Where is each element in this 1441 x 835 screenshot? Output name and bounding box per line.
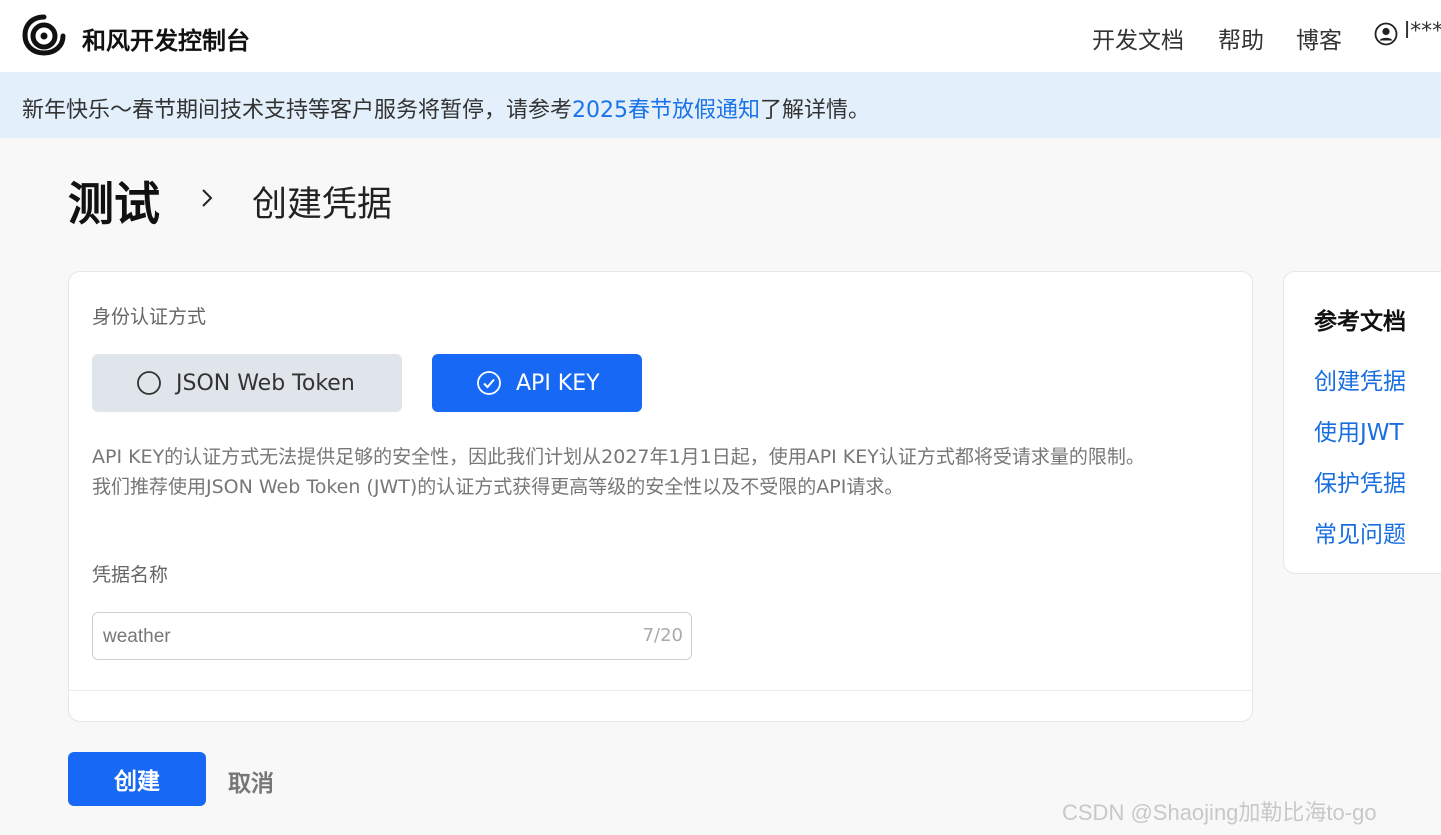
notice-link[interactable]: 2025春节放假通知: [572, 98, 760, 123]
credential-name-input[interactable]: [103, 623, 623, 651]
auth-option-jwt[interactable]: JSON Web Token: [92, 354, 402, 412]
nav-blog-link[interactable]: 博客: [1296, 21, 1342, 55]
auth-description-line: API KEY的认证方式无法提供足够的安全性，因此我们计划从2027年1月1日起…: [92, 446, 1145, 468]
auth-option-jwt-label: JSON Web Token: [176, 370, 355, 396]
divider: [69, 690, 1252, 691]
create-button[interactable]: 创建: [68, 752, 206, 806]
auth-option-api-key[interactable]: API KEY: [432, 354, 642, 412]
reference-docs-panel: 参考文档 创建凭据 使用JWT 保护凭据 常见问题: [1283, 271, 1441, 574]
top-bar: 和风开发控制台 开发文档 帮助 博客 l***: [0, 0, 1441, 72]
doc-link-create-credential[interactable]: 创建凭据: [1314, 362, 1406, 396]
check-circle-icon: [477, 371, 501, 395]
nav-help-link[interactable]: 帮助: [1218, 21, 1264, 55]
create-credential-card: 身份认证方式 JSON Web Token API KEY API KEY的认证…: [68, 271, 1253, 722]
user-avatar-icon[interactable]: [1374, 22, 1398, 46]
notice-text: 新年快乐～春节期间技术支持等客户服务将暂停，请参考2025春节放假通知了解详情。: [22, 92, 870, 124]
radio-unchecked-icon: [137, 371, 161, 395]
doc-link-protect-credential[interactable]: 保护凭据: [1314, 464, 1406, 498]
notice-text-after: 了解详情。: [760, 98, 871, 123]
credential-name-field[interactable]: 7/20: [92, 612, 692, 660]
auth-option-api-key-label: API KEY: [516, 370, 600, 396]
reference-docs-title: 参考文档: [1314, 309, 1406, 335]
auth-description-line: 我们推荐使用JSON Web Token (JWT)的认证方式获得更高等级的安全…: [92, 476, 904, 498]
auth-description: API KEY的认证方式无法提供足够的安全性，因此我们计划从2027年1月1日起…: [92, 442, 1222, 502]
doc-link-use-jwt[interactable]: 使用JWT: [1314, 413, 1404, 447]
chevron-right-icon: [202, 189, 213, 207]
watermark-text: CSDN @Shaojing加勒比海to-go: [1062, 800, 1377, 825]
user-name[interactable]: l***: [1404, 19, 1441, 44]
char-counter: 7/20: [642, 625, 683, 646]
cancel-button[interactable]: 取消: [228, 764, 274, 798]
doc-link-faq[interactable]: 常见问题: [1314, 515, 1406, 549]
brand-title[interactable]: 和风开发控制台: [82, 21, 250, 56]
auth-method-label: 身份认证方式: [92, 306, 207, 328]
credential-name-label: 凭据名称: [92, 564, 169, 586]
holiday-notice-banner: 新年快乐～春节期间技术支持等客户服务将暂停，请参考2025春节放假通知了解详情。: [0, 72, 1441, 138]
breadcrumb-current-page: 创建凭据: [252, 185, 393, 225]
qweather-logo-icon[interactable]: [22, 14, 66, 56]
breadcrumb-project[interactable]: 测试: [68, 168, 160, 234]
notice-text-before: 新年快乐～春节期间技术支持等客户服务将暂停，请参考: [22, 98, 573, 123]
nav-docs-link[interactable]: 开发文档: [1092, 21, 1184, 55]
